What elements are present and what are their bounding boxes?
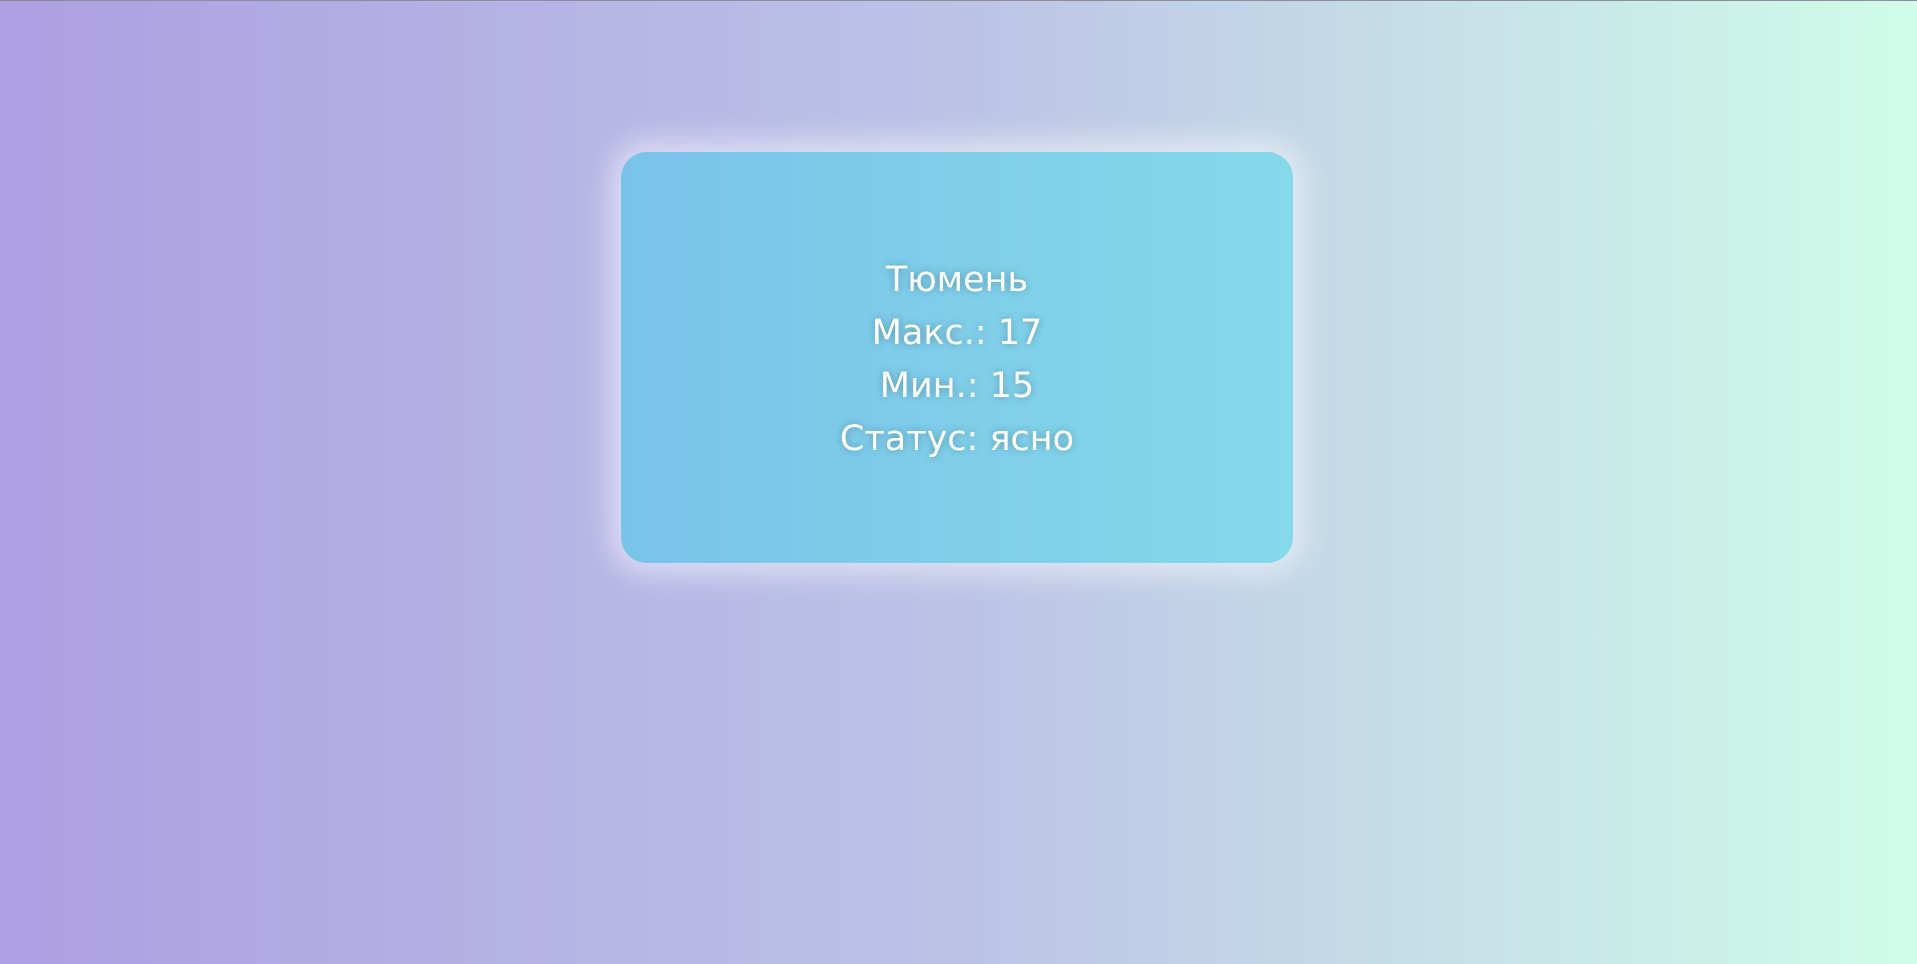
city-name: Тюмень [885, 260, 1029, 300]
weather-card: Тюмень Макс.: 17 Мин.: 15 Статус: ясно [621, 152, 1293, 563]
max-temperature: Макс.: 17 [871, 313, 1043, 353]
min-temperature: Мин.: 15 [879, 366, 1035, 406]
weather-status: Статус: ясно [839, 419, 1075, 459]
